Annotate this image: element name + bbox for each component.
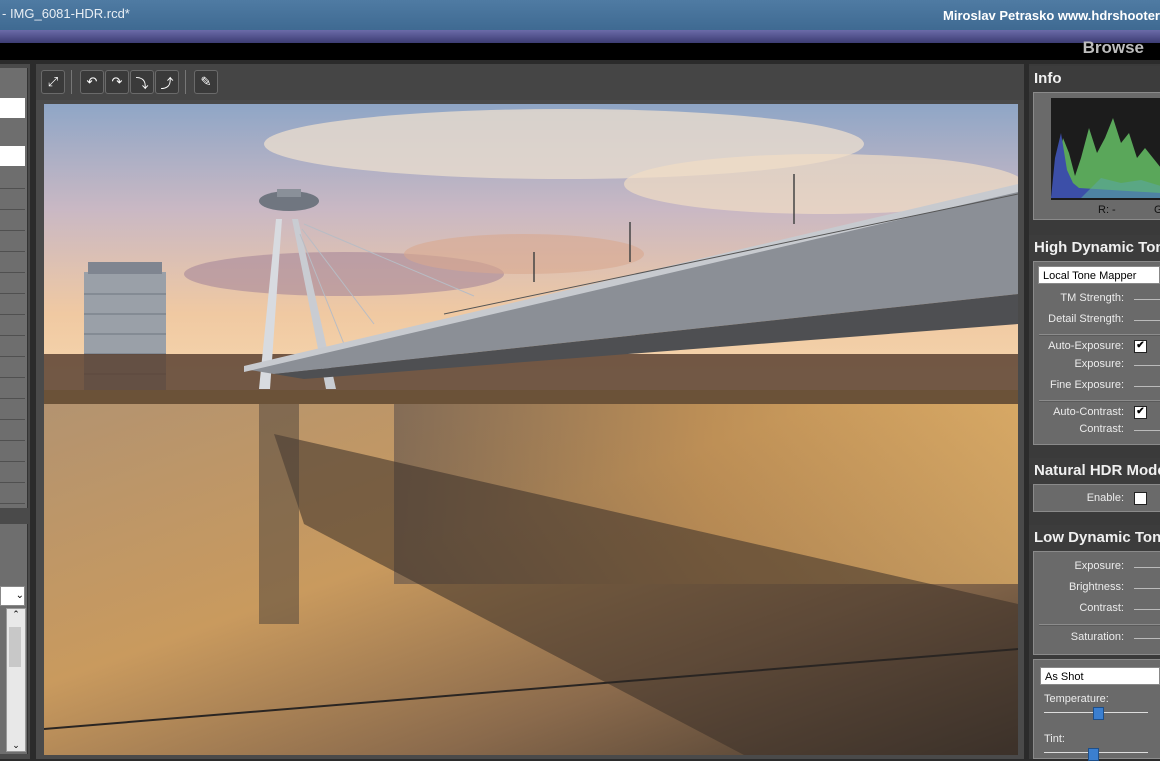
separator bbox=[1039, 400, 1160, 402]
list-row[interactable] bbox=[0, 294, 25, 315]
tint-label: Tint: bbox=[1044, 733, 1065, 745]
list-row[interactable] bbox=[0, 441, 25, 462]
list-row[interactable] bbox=[0, 252, 25, 273]
header-black-bar bbox=[0, 43, 1160, 60]
left-lower-panel: ⌄ ⌃ ⌄ bbox=[0, 524, 28, 754]
left-selected-row[interactable] bbox=[0, 146, 25, 166]
tone-mapper-select[interactable]: Local Tone Mapper bbox=[1038, 266, 1160, 284]
list-row[interactable] bbox=[0, 462, 25, 483]
left-input-field[interactable] bbox=[0, 98, 25, 118]
list-row[interactable] bbox=[0, 483, 25, 504]
info-header[interactable]: Info bbox=[1029, 66, 1160, 92]
list-row[interactable] bbox=[0, 378, 25, 399]
rotate-right-icon[interactable]: ↷ bbox=[105, 70, 129, 94]
white-balance-preset-select[interactable]: As Shot bbox=[1040, 667, 1160, 685]
ldr-contrast-slider[interactable] bbox=[1134, 609, 1160, 610]
list-row[interactable] bbox=[0, 399, 25, 420]
list-row[interactable] bbox=[0, 336, 25, 357]
brightness-slider[interactable] bbox=[1134, 588, 1160, 589]
scroll-down-icon[interactable]: ⌄ bbox=[7, 740, 25, 751]
brightness-label: Brightness: bbox=[1068, 581, 1124, 593]
tm-strength-label: TM Strength: bbox=[1060, 292, 1124, 304]
auto-exposure-label: Auto-Exposure: bbox=[1048, 340, 1124, 352]
dropdown-chevron-icon[interactable]: ⌄ bbox=[0, 586, 25, 606]
ldr-contrast-label: Contrast: bbox=[1079, 602, 1124, 614]
contrast-label: Contrast: bbox=[1079, 423, 1124, 435]
scrollbar[interactable]: ⌃ ⌄ bbox=[6, 608, 26, 752]
browse-tab[interactable]: Browse bbox=[1083, 38, 1144, 58]
fit-to-window-icon[interactable]: ⤢ bbox=[41, 70, 65, 94]
enable-checkbox[interactable] bbox=[1134, 492, 1147, 505]
header-stripe bbox=[0, 30, 1160, 43]
list-row[interactable] bbox=[0, 189, 25, 210]
list-row[interactable] bbox=[0, 231, 25, 252]
ldr-exposure-slider[interactable] bbox=[1134, 567, 1160, 568]
list-row[interactable] bbox=[0, 357, 25, 378]
ldr-tone-header[interactable]: Low Dynamic Tone bbox=[1029, 525, 1160, 551]
auto-contrast-checkbox[interactable]: ✔ bbox=[1134, 406, 1147, 419]
histogram bbox=[1051, 98, 1160, 200]
author-credit: Miroslav Petrasko www.hdrshooter bbox=[943, 8, 1160, 23]
ldr-exposure-label: Exposure: bbox=[1074, 560, 1124, 572]
window-title: - IMG_6081-HDR.rcd* bbox=[2, 6, 130, 21]
toolbar-separator bbox=[185, 70, 186, 94]
detail-strength-label: Detail Strength: bbox=[1048, 313, 1124, 325]
left-panel: ⌄ ⌃ ⌄ bbox=[0, 64, 30, 759]
histogram-g-readout: G bbox=[1154, 204, 1160, 216]
list-row[interactable] bbox=[0, 273, 25, 294]
eyedropper-icon[interactable]: ✎ bbox=[194, 70, 218, 94]
list-row[interactable] bbox=[0, 210, 25, 231]
natural-hdr-header[interactable]: Natural HDR Mode bbox=[1029, 458, 1160, 484]
toolbar-separator bbox=[71, 70, 72, 94]
info-panel: R: - G bbox=[1033, 92, 1160, 220]
bridge-photo bbox=[44, 104, 1018, 755]
fine-exposure-label: Fine Exposure: bbox=[1050, 379, 1124, 391]
saturation-slider[interactable] bbox=[1134, 638, 1160, 639]
flip-vertical-icon[interactable]: ⤵ bbox=[130, 70, 154, 94]
scroll-thumb[interactable] bbox=[9, 627, 21, 667]
hdr-tone-header[interactable]: High Dynamic Ton bbox=[1029, 235, 1160, 261]
temperature-slider-thumb[interactable] bbox=[1093, 707, 1104, 720]
contrast-slider[interactable] bbox=[1134, 430, 1160, 431]
detail-strength-slider[interactable] bbox=[1134, 320, 1160, 321]
fine-exposure-slider[interactable] bbox=[1134, 386, 1160, 387]
scroll-up-icon[interactable]: ⌃ bbox=[7, 609, 25, 620]
enable-label: Enable: bbox=[1086, 492, 1124, 504]
auto-contrast-label: Auto-Contrast: bbox=[1053, 406, 1124, 418]
list-row[interactable] bbox=[0, 420, 25, 441]
tm-strength-slider[interactable] bbox=[1134, 299, 1160, 300]
list-row[interactable] bbox=[0, 168, 25, 189]
temperature-label: Temperature: bbox=[1044, 693, 1109, 705]
rotate-left-icon[interactable]: ↶ bbox=[80, 70, 104, 94]
flip-horizontal-icon[interactable]: ⤴ bbox=[155, 70, 179, 94]
auto-exposure-checkbox[interactable]: ✔ bbox=[1134, 340, 1147, 353]
hdr-photo-preview[interactable] bbox=[44, 104, 1018, 755]
separator bbox=[1039, 334, 1160, 336]
tint-slider-thumb[interactable] bbox=[1088, 748, 1099, 761]
exposure-slider[interactable] bbox=[1134, 365, 1160, 366]
left-list-panel bbox=[0, 68, 28, 508]
exposure-label: Exposure: bbox=[1074, 358, 1124, 370]
separator bbox=[1039, 624, 1160, 626]
saturation-label: Saturation: bbox=[1070, 631, 1124, 643]
list-row[interactable] bbox=[0, 315, 25, 336]
image-toolbar: ⤢ ↶ ↷ ⤵ ⤴ ✎ bbox=[36, 64, 1024, 100]
title-bar: - IMG_6081-HDR.rcd* Miroslav Petrasko ww… bbox=[0, 0, 1160, 30]
histogram-r-readout: R: - bbox=[1098, 204, 1116, 216]
